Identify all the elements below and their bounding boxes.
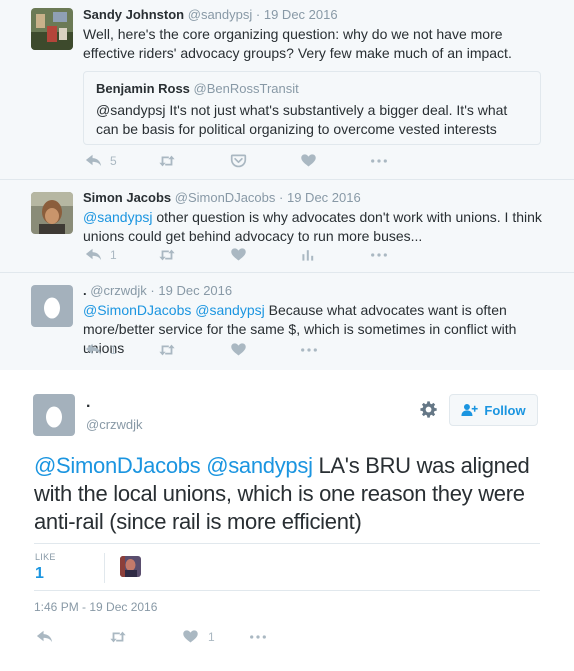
fullname[interactable]: Simon Jacobs	[83, 190, 171, 205]
follow-label: Follow	[484, 402, 526, 418]
avatar[interactable]	[33, 394, 75, 436]
username[interactable]: @SimonDJacobs	[175, 190, 276, 205]
tweet-header: Sandy Johnston @sandypsj · 19 Dec 2016	[83, 7, 338, 22]
fullname[interactable]: .	[86, 394, 90, 412]
like-button[interactable]	[230, 341, 300, 358]
avatar[interactable]	[31, 8, 73, 50]
username[interactable]: @crzwdjk	[90, 283, 147, 298]
fullname[interactable]: Sandy Johnston	[83, 7, 184, 22]
tweet-header: Simon Jacobs @SimonDJacobs · 19 Dec 2016	[83, 190, 361, 205]
like-button[interactable]: 1	[182, 628, 249, 645]
retweet-button[interactable]	[158, 341, 230, 359]
tweet-actions: 1	[84, 340, 318, 359]
liker-avatar[interactable]	[120, 556, 141, 577]
retweet-icon	[110, 631, 126, 642]
reply-icon	[85, 248, 102, 261]
avatar-photo-icon	[31, 8, 73, 50]
analytics-button[interactable]	[300, 247, 370, 263]
reply-button[interactable]: 5	[84, 151, 158, 170]
reply-button[interactable]: 1	[84, 340, 158, 359]
tweet-text: @SimonDJacobs @sandypsj LA's BRU was ali…	[34, 452, 544, 536]
reply-icon	[85, 343, 102, 356]
more-icon	[371, 158, 387, 163]
more-icon	[250, 634, 266, 639]
analytics-icon	[302, 249, 314, 261]
avatar[interactable]	[31, 192, 73, 234]
pocket-icon	[230, 154, 247, 168]
likes-label: LIKE	[35, 552, 56, 562]
quoted-tweet[interactable]: Benjamin Ross @BenRossTransit @sandypsj …	[83, 71, 541, 145]
tweet-text-body: other question is why advocates don't wo…	[83, 209, 542, 244]
likes-count[interactable]: 1	[35, 565, 44, 583]
context-tweet[interactable]: . @crzwdjk · 19 Dec 2016 @SimonDJacobs @…	[0, 273, 574, 370]
like-button[interactable]	[300, 152, 370, 169]
user-dropdown-button[interactable]	[420, 401, 438, 422]
tweet-date[interactable]: 19 Dec 2016	[158, 283, 232, 298]
tweet-actions: 5	[84, 151, 388, 170]
retweet-button[interactable]	[158, 152, 230, 170]
tweet-text: @sandypsj other question is why advocate…	[83, 208, 554, 246]
mention-link[interactable]: @SimonDJacobs @sandypsj	[83, 302, 265, 318]
tweet-actions: 1	[84, 245, 388, 264]
context-tweet[interactable]: Sandy Johnston @sandypsj · 19 Dec 2016 W…	[0, 0, 574, 180]
like-button[interactable]	[230, 246, 300, 263]
more-button[interactable]	[370, 152, 388, 170]
quoted-tweet-text: @sandypsj It's not just what's substanti…	[96, 102, 508, 137]
fullname: Benjamin Ross	[96, 81, 190, 96]
tweet-timestamp[interactable]: 1:46 PM - 19 Dec 2016	[34, 600, 157, 614]
reply-count: 5	[110, 153, 117, 168]
username[interactable]: @sandypsj	[188, 7, 253, 22]
more-button[interactable]	[370, 246, 388, 264]
retweet-button[interactable]	[158, 246, 230, 264]
more-button[interactable]	[249, 628, 267, 646]
egg-avatar-icon	[31, 285, 73, 327]
tweet-header: . @crzwdjk · 19 Dec 2016	[83, 283, 233, 298]
like-icon	[301, 154, 316, 167]
pocket-button[interactable]	[230, 152, 300, 169]
reply-button[interactable]: 1	[84, 245, 158, 264]
retweet-button[interactable]	[109, 628, 182, 646]
username: @BenRossTransit	[193, 81, 299, 96]
mention-link[interactable]: @SimonDJacobs @sandypsj	[34, 453, 313, 478]
tweet-stats: LIKE 1	[34, 543, 540, 591]
reply-count: 1	[110, 247, 117, 262]
follow-person-icon	[461, 404, 479, 416]
mention-link[interactable]: @sandypsj	[83, 209, 152, 225]
tweet-date[interactable]: 19 Dec 2016	[287, 190, 361, 205]
retweet-icon	[159, 249, 175, 260]
reply-button[interactable]	[35, 627, 109, 646]
tweet-actions: 1	[35, 627, 267, 646]
like-icon	[231, 248, 246, 261]
like-icon	[231, 343, 246, 356]
like-count: 1	[208, 629, 215, 644]
context-tweet[interactable]: Simon Jacobs @SimonDJacobs · 19 Dec 2016…	[0, 180, 574, 273]
gear-icon	[420, 401, 437, 418]
avatar-photo-icon	[31, 192, 73, 234]
avatar[interactable]	[31, 285, 73, 327]
tweet-text: Well, here's the core organizing questio…	[83, 26, 512, 61]
reply-icon	[85, 154, 102, 167]
like-icon	[183, 630, 198, 643]
retweet-icon	[159, 155, 175, 166]
more-icon	[301, 347, 317, 352]
follow-button[interactable]: Follow	[449, 394, 538, 426]
avatar-photo-icon	[120, 556, 141, 577]
permalink-tweet: . @crzwdjk Follow @SimonDJacobs @sandyps…	[0, 370, 574, 671]
username[interactable]: @crzwdjk	[86, 417, 143, 432]
divider	[104, 553, 105, 583]
egg-avatar-icon	[33, 394, 75, 436]
retweet-icon	[159, 344, 175, 355]
reply-count: 1	[110, 342, 117, 357]
fullname[interactable]: .	[83, 283, 87, 298]
reply-icon	[36, 630, 53, 643]
tweet-date[interactable]: 19 Dec 2016	[264, 7, 338, 22]
more-icon	[371, 252, 387, 257]
tweet-header: Benjamin Ross @BenRossTransit	[96, 81, 528, 97]
more-button[interactable]	[300, 341, 318, 359]
